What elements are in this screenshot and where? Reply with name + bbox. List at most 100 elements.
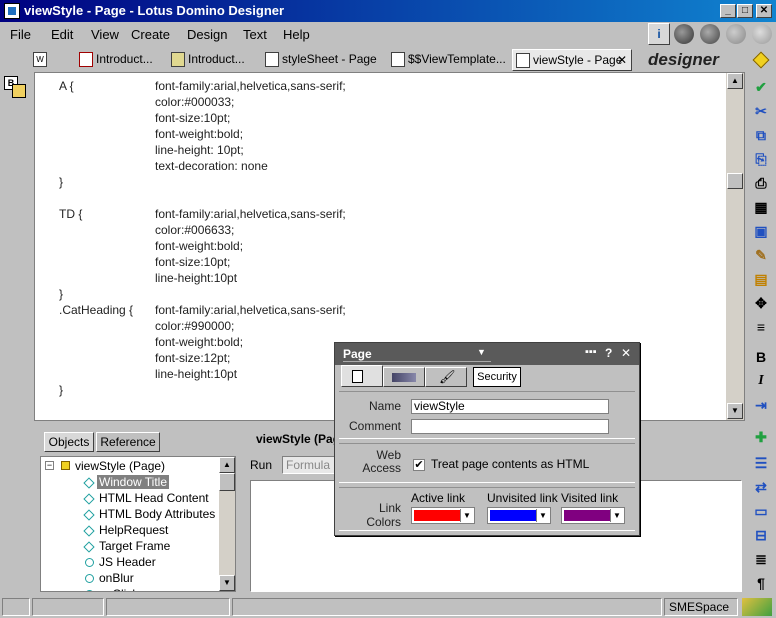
code-line[interactable]: font-weight:bold; [155,127,243,141]
code-line[interactable]: font-size:10pt; [155,255,230,269]
paste-icon[interactable]: ⎘ [750,148,772,170]
visited-link-color-picker[interactable]: ▼ [561,507,625,524]
diamond-icon[interactable] [750,50,772,72]
name-field[interactable]: viewStyle [411,399,609,414]
chevron-down-icon[interactable]: ▼ [477,347,486,357]
menu-view[interactable]: View [91,27,119,42]
unvisited-link-color-picker[interactable]: ▼ [487,507,551,524]
code-brace[interactable]: } [59,175,63,189]
tab-reference[interactable]: Reference [96,432,160,452]
edit-icon[interactable]: ✎ [750,244,772,266]
code-selector[interactable]: .CatHeading { [59,303,133,317]
code-line[interactable]: font-family:arial,helvetica,sans-serif; [155,79,346,93]
editor-scrollbar[interactable]: ▲ ▼ [726,73,744,420]
preview-icon[interactable] [752,24,772,44]
menu-create[interactable]: Create [131,27,170,42]
code-brace[interactable]: } [59,383,63,397]
tab-introduction-2[interactable]: Introduct... [168,49,256,71]
italic-icon[interactable]: I [750,370,772,392]
tab-page-info[interactable] [341,365,383,387]
new-object-icon[interactable]: ✚ [750,426,772,448]
align-icon[interactable]: ≡ [750,316,772,338]
tab-viewstyle-page[interactable]: viewStyle - Page ✕ [512,49,632,71]
scroll-thumb[interactable] [727,173,743,189]
code-line[interactable]: font-weight:bold; [155,335,243,349]
help-icon[interactable]: ? [605,346,612,360]
mail-icon[interactable] [742,598,772,616]
tree-item-onblur[interactable]: onBlur [99,571,134,585]
tree-item-helprequest[interactable]: HelpRequest [99,523,168,537]
code-line[interactable]: line-height:10pt [155,271,237,285]
menu-help[interactable]: Help [283,27,310,42]
tab-launch[interactable]: 🖌 [425,367,467,387]
code-line[interactable]: color:#000033; [155,95,234,109]
bold-icon[interactable]: B [750,346,772,368]
check-icon[interactable]: ✔ [750,76,772,98]
collapse-icon[interactable]: − [45,461,54,470]
close-button[interactable]: ✕ [756,4,772,18]
table-icon[interactable]: ▦ [750,196,772,218]
globe-icon[interactable] [674,24,694,44]
scroll-down-button[interactable]: ▼ [727,403,743,419]
tree-item-html-head[interactable]: HTML Head Content [99,491,209,505]
tree-scrollbar[interactable]: ▲ ▼ [219,457,235,591]
code-line[interactable]: font-weight:bold; [155,239,243,253]
status-cell[interactable] [106,598,230,616]
tree-item-window-title[interactable]: Window Title [97,475,170,489]
move-icon[interactable]: ✥ [750,292,772,314]
scroll-down-button[interactable]: ▼ [219,575,235,591]
active-link-color-picker[interactable]: ▼ [411,507,475,524]
code-line[interactable]: font-family:arial,helvetica,sans-serif; [155,303,346,317]
menu-edit[interactable]: Edit [51,27,73,42]
code-line[interactable]: line-height:10pt [155,367,237,381]
status-cell[interactable] [32,598,104,616]
tab-introduction-1[interactable]: Introduct... [76,49,164,71]
tab-security[interactable]: Security [473,367,521,387]
menu-text[interactable]: Text [243,27,267,42]
list-icon[interactable]: ☰ [750,452,772,474]
code-line[interactable]: line-height: 10pt; [155,143,244,157]
tab-viewtemplate[interactable]: $$ViewTemplate... [388,49,510,71]
refresh-icon[interactable]: ⇄ [750,476,772,498]
tree-item-html-body[interactable]: HTML Body Attributes [99,507,215,521]
tree-item-onclick[interactable]: onClick [99,587,138,591]
scroll-up-button[interactable]: ▲ [219,457,235,473]
code-brace[interactable]: } [59,287,63,301]
properties-header[interactable]: Page ▼ ▪▪▪ ? ✕ [335,343,639,365]
notes-client-icon[interactable] [726,24,746,44]
code-line[interactable]: font-family:arial,helvetica,sans-serif; [155,207,346,221]
code-selector[interactable]: A { [59,79,74,93]
web-browser-icon[interactable] [700,24,720,44]
treat-html-checkbox[interactable]: ✔ [413,459,425,471]
location-selector[interactable]: SMESpace [664,598,738,616]
paragraph-icon[interactable]: ¶ [750,572,772,594]
indent-icon[interactable]: ⇥ [750,394,772,416]
tree-item-js-header[interactable]: JS Header [99,555,156,569]
code-line[interactable]: color:#006633; [155,223,234,237]
tab-objects[interactable]: Objects [44,432,94,452]
cut-icon[interactable]: ✂ [750,100,772,122]
run-language-select[interactable]: Formula [282,456,342,474]
comment-field[interactable] [411,419,609,434]
status-cell[interactable] [2,598,30,616]
menu-file[interactable]: File [10,27,31,42]
close-tab-icon[interactable]: ✕ [617,50,627,70]
tab-background[interactable] [383,367,425,387]
objects-tree[interactable]: − viewStyle (Page) Window Title HTML Hea… [40,456,236,592]
split-icon[interactable]: ⊟ [750,524,772,546]
tab-stylesheet-page[interactable]: styleSheet - Page [262,49,390,71]
code-line[interactable]: font-size:12pt; [155,351,230,365]
code-selector[interactable]: TD { [59,207,82,221]
bookmarks-icon[interactable]: B [4,76,28,100]
close-properties-icon[interactable]: ✕ [621,346,631,360]
menu-design[interactable]: Design [187,27,227,42]
code-line[interactable]: text-decoration: none [155,159,268,173]
copy-icon[interactable]: ⧉ [750,124,772,146]
film-icon[interactable]: ▤ [750,268,772,290]
window-icon[interactable]: ▭ [750,500,772,522]
image-icon[interactable]: ▣ [750,220,772,242]
info-icon[interactable]: i [648,23,670,45]
code-line[interactable]: color:#990000; [155,319,234,333]
tree-root[interactable]: viewStyle (Page) [75,459,165,473]
properties-menu-icon[interactable]: ▪▪▪ [585,346,597,358]
